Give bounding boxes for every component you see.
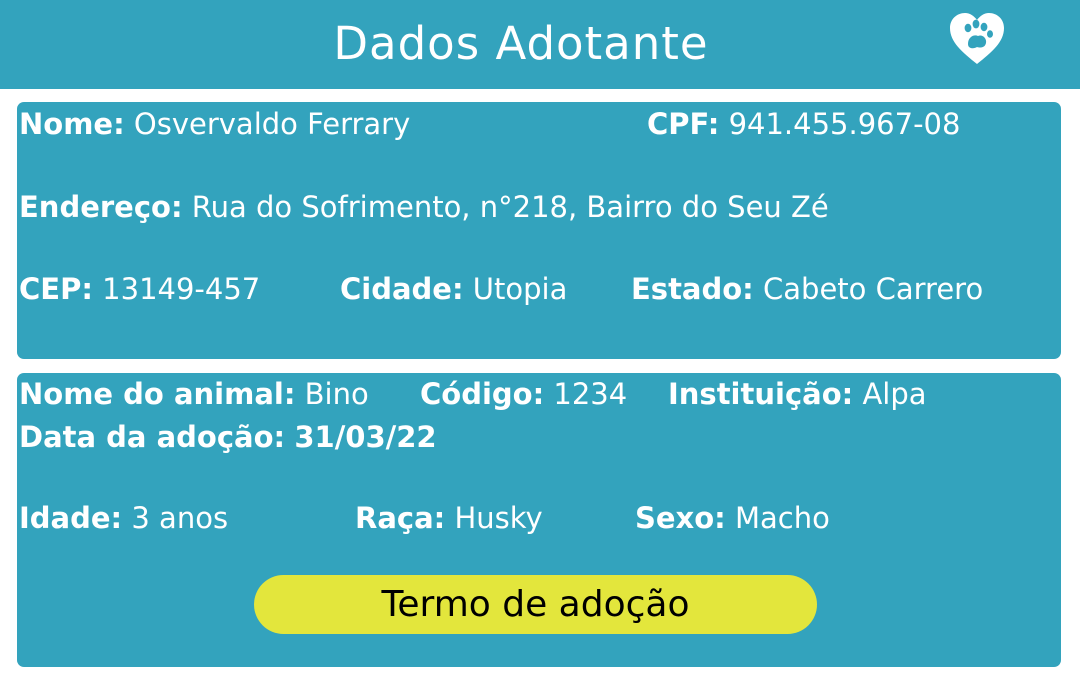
adopter-address-field: Endereço: Rua do Sofrimento, n°218, Bair… <box>19 187 829 227</box>
animal-institution-field: Instituição: Alpa <box>668 374 927 414</box>
animal-breed-field: Raça: Husky <box>355 498 543 538</box>
animal-sex-label: Sexo: <box>635 501 726 535</box>
adopter-cep-value: 13149-457 <box>102 272 261 306</box>
page-title: Dados Adotante <box>333 17 709 70</box>
adoption-date-value: 31/03/22 <box>294 420 437 454</box>
animal-code-field: Código: 1234 <box>420 374 627 414</box>
adopter-city-label: Cidade: <box>340 272 464 306</box>
animal-code-label: Código: <box>420 377 545 411</box>
adopter-cpf-field: CPF: 941.455.967-08 <box>647 104 960 144</box>
animal-sex-field: Sexo: Macho <box>635 498 830 538</box>
adopter-state-value: Cabeto Carrero <box>763 272 984 306</box>
animal-code-value: 1234 <box>553 377 628 411</box>
adopter-name-label: Nome: <box>19 107 125 141</box>
animal-breed-value: Husky <box>454 501 543 535</box>
adopter-address-value: Rua do Sofrimento, n°218, Bairro do Seu … <box>191 190 829 224</box>
adopter-state-label: Estado: <box>631 272 754 306</box>
adopter-city-value: Utopia <box>472 272 568 306</box>
adopter-name-field: Nome: Osvervaldo Ferrary <box>19 104 410 144</box>
animal-name-value: Bino <box>304 377 369 411</box>
adopter-city-field: Cidade: Utopia <box>340 269 567 309</box>
animal-age-value: 3 anos <box>131 501 229 535</box>
adopter-cep-label: CEP: <box>19 272 93 306</box>
animal-sex-value: Macho <box>735 501 830 535</box>
animal-institution-value: Alpa <box>862 377 927 411</box>
animal-age-field: Idade: 3 anos <box>19 498 228 538</box>
adopter-cpf-label: CPF: <box>647 107 720 141</box>
adoption-term-button[interactable]: Termo de adoção <box>254 575 817 634</box>
animal-name-field: Nome do animal: Bino <box>19 374 369 414</box>
adoption-date-label: Data da adoção: <box>19 420 286 454</box>
header-bar: Dados Adotante <box>0 0 1080 89</box>
adopter-state-field: Estado: Cabeto Carrero <box>631 269 983 309</box>
animal-age-label: Idade: <box>19 501 123 535</box>
animal-institution-label: Instituição: <box>668 377 854 411</box>
adopter-cep-field: CEP: 13149-457 <box>19 269 260 309</box>
animal-name-label: Nome do animal: <box>19 377 296 411</box>
adopter-cpf-value: 941.455.967-08 <box>728 107 961 141</box>
adopter-address-label: Endereço: <box>19 190 183 224</box>
adoption-date-field: Data da adoção: 31/03/22 <box>19 417 437 457</box>
heart-paw-icon[interactable] <box>948 12 1006 66</box>
adopter-name-value: Osvervaldo Ferrary <box>133 107 411 141</box>
animal-breed-label: Raça: <box>355 501 446 535</box>
